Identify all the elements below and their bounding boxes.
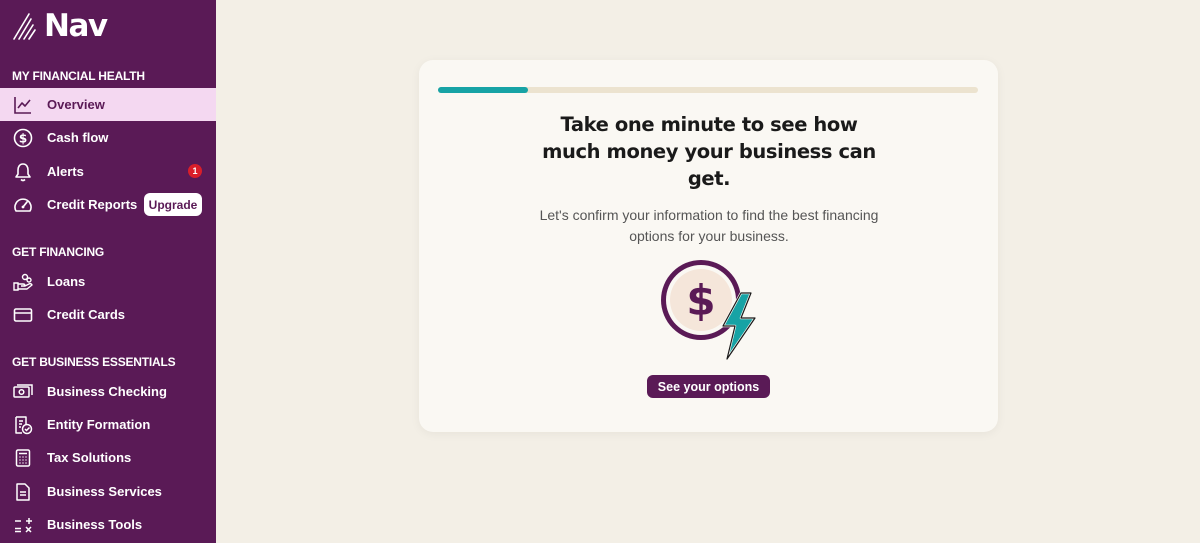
sidebar-item-credit-reports[interactable]: Credit Reports Upgrade (0, 188, 216, 221)
sidebar: Nav MY FINANCIAL HEALTH Overview $ Cash … (0, 0, 216, 543)
sidebar-item-overview[interactable]: Overview (0, 88, 216, 121)
see-options-button[interactable]: See your options (647, 375, 770, 398)
upgrade-button[interactable]: Upgrade (144, 193, 202, 216)
financing-card: Take one minute to see how much money yo… (419, 60, 998, 432)
section-title-get-financing: GET FINANCING (12, 245, 105, 259)
hand-coins-icon (13, 273, 33, 291)
section-title-financial-health: MY FINANCIAL HEALTH (12, 69, 145, 83)
sidebar-item-label: Tax Solutions (47, 450, 132, 465)
gauge-icon (14, 198, 32, 212)
document-icon (16, 483, 30, 501)
alerts-count-badge: 1 (188, 164, 202, 178)
sidebar-item-label: Loans (47, 274, 86, 289)
sidebar-item-label: Overview (47, 97, 105, 112)
progress-bar (438, 87, 978, 93)
sidebar-item-label: Business Tools (47, 517, 143, 532)
sidebar-item-label: Business Services (47, 484, 162, 499)
svg-text:$: $ (19, 132, 27, 146)
chart-line-icon (14, 97, 31, 114)
sidebar-item-label: Entity Formation (47, 417, 151, 432)
cash-icon (13, 384, 33, 398)
sidebar-item-label: Credit Reports (47, 197, 138, 212)
card-subtitle: Let's confirm your information to find t… (539, 207, 879, 244)
credit-card-icon (13, 308, 33, 322)
section-title-business-essentials: GET BUSINESS ESSENTIALS (12, 355, 176, 369)
sidebar-item-label: Cash flow (47, 130, 109, 145)
bell-icon (15, 163, 31, 182)
sidebar-item-alerts[interactable]: Alerts 1 (0, 155, 216, 188)
sidebar-item-business-checking[interactable]: Business Checking (0, 375, 216, 408)
math-tools-icon (15, 518, 32, 533)
sidebar-item-tax-solutions[interactable]: Tax Solutions (0, 441, 216, 474)
progress-fill (438, 87, 529, 93)
sidebar-item-entity-formation[interactable]: Entity Formation (0, 408, 216, 441)
sidebar-item-loans[interactable]: Loans (0, 265, 216, 298)
dollar-circle-icon: $ (13, 128, 33, 148)
sidebar-item-business-tools[interactable]: Business Tools (0, 508, 216, 541)
sidebar-item-label: Credit Cards (47, 307, 126, 322)
dollar-lightning-icon: $ (661, 260, 757, 361)
card-title: Take one minute to see how much money yo… (542, 113, 876, 190)
document-check-icon (15, 416, 33, 435)
sidebar-item-business-services[interactable]: Business Services (0, 475, 216, 508)
sidebar-item-credit-cards[interactable]: Credit Cards (0, 298, 216, 331)
nav-logo[interactable]: Nav (12, 8, 108, 44)
logo-mark-icon (13, 13, 36, 40)
calculator-icon (15, 449, 31, 467)
sidebar-item-label: Business Checking (47, 384, 167, 399)
logo-text: Nav (44, 8, 108, 44)
sidebar-item-cash-flow[interactable]: $ Cash flow (0, 121, 216, 154)
sidebar-item-label: Alerts (47, 164, 84, 179)
svg-text:$: $ (686, 276, 715, 325)
